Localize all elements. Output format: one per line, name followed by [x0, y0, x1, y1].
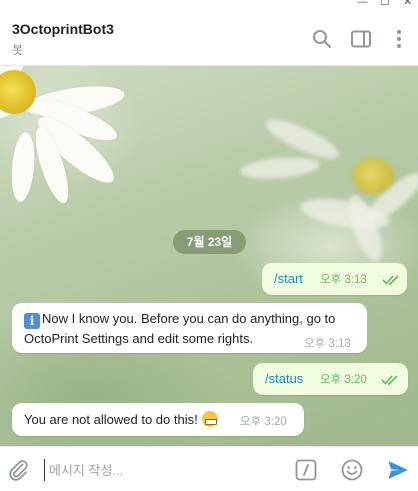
maximize-button[interactable]: ☐ [380, 0, 390, 8]
message-bubble-incoming[interactable]: i Now I know you. Before you can do anyth… [12, 303, 367, 353]
emoji-icon[interactable] [340, 458, 364, 482]
chat-header: 3OctoprintBot3 봇 [0, 8, 418, 66]
sidebar-toggle-icon[interactable] [350, 28, 372, 50]
date-separator: 7월 23일 [173, 230, 246, 254]
grimacing-face-emoji [202, 411, 219, 427]
commands-icon[interactable] [294, 458, 318, 482]
message-time: 오후 3:20 [240, 416, 287, 428]
double-check-icon [381, 375, 398, 385]
message-time: 오후 3:13 [304, 338, 351, 350]
info-icon: i [24, 313, 40, 329]
message-input[interactable] [44, 459, 274, 481]
close-button[interactable]: ✕ [403, 0, 412, 8]
message-time: 오후 3:20 [320, 374, 367, 386]
chat-subtitle: 봇 [12, 43, 24, 57]
message-bubble-outgoing[interactable]: /start 오후 3:13 [262, 263, 407, 295]
double-check-icon [382, 275, 399, 285]
attach-icon[interactable] [6, 458, 30, 482]
bot-command-link[interactable]: /start [274, 269, 303, 288]
message-bubble-outgoing[interactable]: /status 오후 3:20 [253, 363, 408, 395]
window-titlebar: — ☐ ✕ [0, 0, 418, 8]
chat-title[interactable]: 3OctoprintBot3 [12, 21, 114, 37]
message-bubble-incoming[interactable]: You are not allowed to do this! 오후 3:20 [12, 403, 304, 436]
minimize-button[interactable]: — [357, 0, 368, 8]
chat-area[interactable]: 7월 23일 /start 오후 3:13 i Now I know you. B… [0, 66, 418, 446]
search-icon[interactable] [311, 28, 333, 50]
message-time: 오후 3:13 [320, 274, 367, 286]
composer-bar [0, 446, 418, 491]
send-icon[interactable] [386, 458, 410, 482]
bot-command-link[interactable]: /status [265, 369, 303, 388]
more-vertical-icon[interactable] [388, 28, 410, 50]
message-text: You are not allowed to do this! [24, 410, 219, 429]
